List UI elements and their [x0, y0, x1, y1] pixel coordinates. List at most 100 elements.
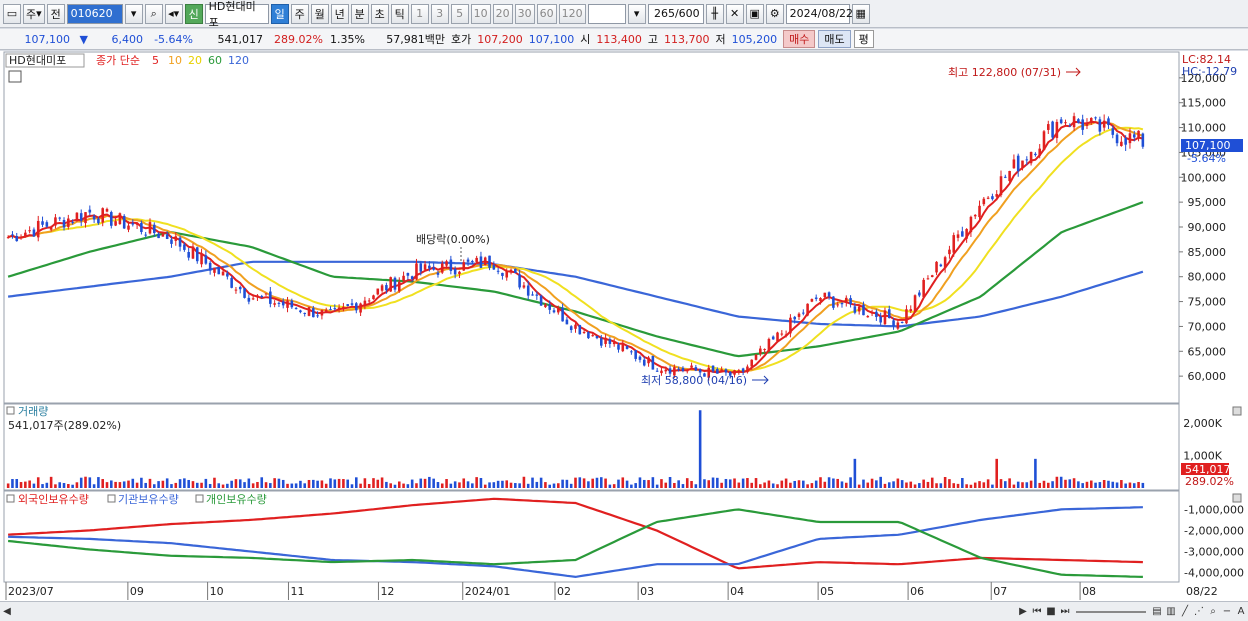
avg-button[interactable]: 평: [853, 30, 874, 48]
volume-bar: [342, 479, 345, 488]
volume-bar: [415, 483, 418, 488]
volume-bar: [148, 478, 152, 488]
institution-holding-label: 기관보유수량: [118, 493, 179, 506]
tab-year[interactable]: 년: [330, 3, 349, 24]
draw-line-icon[interactable]: ╱: [1178, 604, 1192, 620]
buy-button[interactable]: 매수: [783, 30, 816, 48]
volume-bar: [612, 484, 616, 488]
bottom-scrollbar[interactable]: ◀ ▶ ⏮ ■ ⏭ ▤ ▥ ╱ ⋰ ⌕ − A: [0, 601, 1248, 621]
price-tick-label: 95,000: [1188, 196, 1227, 209]
volume-bar: [677, 480, 680, 488]
trend-icon[interactable]: ⋰: [1192, 604, 1206, 620]
volume-bar: [496, 480, 500, 488]
volume-bar: [410, 479, 414, 488]
crosshair-icon[interactable]: ✕: [725, 3, 744, 24]
tab-tick[interactable]: 틱: [390, 3, 409, 24]
candle-body: [393, 277, 397, 290]
candle-body: [97, 218, 100, 224]
volume-bar: [552, 483, 556, 488]
gear-icon[interactable]: ⚙: [765, 3, 784, 24]
tab-week[interactable]: 주: [290, 3, 309, 24]
candle-body: [814, 297, 818, 299]
candle-body: [685, 369, 689, 372]
volume-close-icon[interactable]: [1232, 406, 1242, 416]
search-icon[interactable]: ⌕: [144, 3, 163, 24]
candle-body: [926, 278, 930, 280]
candle-body: [84, 212, 87, 224]
minute-10[interactable]: 10: [470, 3, 491, 24]
chart-area[interactable]: 60,000 65,000 70,000 75,000 80,000 85,000 90,0…: [0, 51, 1248, 601]
zoom-in-icon[interactable]: ⌕: [1206, 604, 1220, 620]
scroll-left-icon[interactable]: ◀: [0, 604, 14, 620]
volume-bar: [32, 483, 36, 488]
code-dropdown-icon[interactable]: ▾: [124, 3, 143, 24]
fastforward-icon[interactable]: ⏭: [1058, 604, 1072, 620]
candle-body: [608, 339, 612, 344]
holding-close-icon[interactable]: [1232, 493, 1242, 503]
volume-bar: [299, 480, 302, 488]
candle-body: [961, 231, 964, 237]
date-field[interactable]: 2024/08/22: [785, 3, 853, 24]
volume-bar: [505, 480, 509, 488]
volume-bar: [1016, 481, 1020, 488]
minute-5[interactable]: 5: [450, 3, 469, 24]
scroll-right-icon[interactable]: ▶: [1016, 604, 1030, 620]
candle-icon[interactable]: ╫: [705, 3, 724, 24]
minute-1[interactable]: 1: [410, 3, 429, 24]
zoom-out-icon[interactable]: −: [1220, 604, 1234, 620]
candle-body: [1047, 124, 1050, 130]
trade-amount: 57,981백만: [386, 33, 445, 46]
tab-month[interactable]: 월: [310, 3, 329, 24]
text-tool-icon[interactable]: A: [1234, 604, 1248, 620]
minute-dropdown-icon[interactable]: ▾: [627, 3, 646, 24]
minute-120[interactable]: 120: [558, 3, 586, 24]
volume-bar: [393, 484, 397, 488]
volume-bar: [36, 477, 40, 488]
minute-custom-input[interactable]: [587, 3, 626, 24]
grid-toggle-icon[interactable]: [8, 70, 22, 83]
volume-bar: [15, 479, 19, 488]
prev-button[interactable]: 전: [46, 3, 65, 24]
volume-bar: [913, 484, 917, 488]
rewind-icon[interactable]: ⏮: [1030, 604, 1044, 620]
volume-bar: [905, 482, 908, 488]
tab-minute[interactable]: 분: [350, 3, 369, 24]
stock-code-input[interactable]: 010620: [66, 3, 123, 24]
volume-bar: [337, 478, 341, 488]
candle-body: [380, 285, 384, 291]
holding-panel-frame: [3, 490, 1180, 583]
speaker-icon[interactable]: ◂▾: [164, 3, 183, 24]
tab-second[interactable]: 초: [370, 3, 389, 24]
high-annotation: 최고 122,800 (07/31): [948, 66, 1061, 79]
period-select[interactable]: 주 ▾: [23, 3, 45, 24]
candle-body: [767, 338, 771, 352]
chart-canvas[interactable]: 60,000 65,000 70,000 75,000 80,000 85,000 90,0…: [0, 51, 1248, 601]
minute-30[interactable]: 30: [514, 3, 535, 24]
candle-body: [140, 222, 143, 233]
chart-menu-icon[interactable]: ▭: [3, 3, 21, 24]
candle-body: [883, 310, 887, 325]
volume-bar: [733, 478, 736, 488]
zoom-slider[interactable]: [1076, 610, 1146, 613]
candle-body: [312, 308, 315, 318]
price-tick-label: 90,000: [1188, 221, 1227, 234]
count-field[interactable]: 265/600: [647, 3, 704, 24]
holding-tick-label: -3,000,000: [1184, 546, 1244, 559]
sell-button[interactable]: 매도: [818, 30, 851, 48]
minute-60[interactable]: 60: [536, 3, 557, 24]
candle-body: [54, 217, 57, 226]
candle-body: [741, 368, 745, 372]
stop-icon[interactable]: ■: [1044, 604, 1058, 620]
save-icon[interactable]: ▣: [745, 3, 764, 24]
calendar-icon[interactable]: ▦: [851, 3, 870, 24]
candle-body: [544, 304, 547, 308]
minute-20[interactable]: 20: [492, 3, 513, 24]
split-icon[interactable]: ▥: [1164, 604, 1178, 620]
layout-icon[interactable]: ▤: [1150, 604, 1164, 620]
tab-day[interactable]: 일: [270, 3, 289, 24]
candle-body: [973, 214, 977, 217]
ask-price: 107,200: [477, 32, 523, 46]
minute-3[interactable]: 3: [430, 3, 449, 24]
volume-bar: [595, 477, 599, 488]
candle-body: [965, 229, 968, 239]
